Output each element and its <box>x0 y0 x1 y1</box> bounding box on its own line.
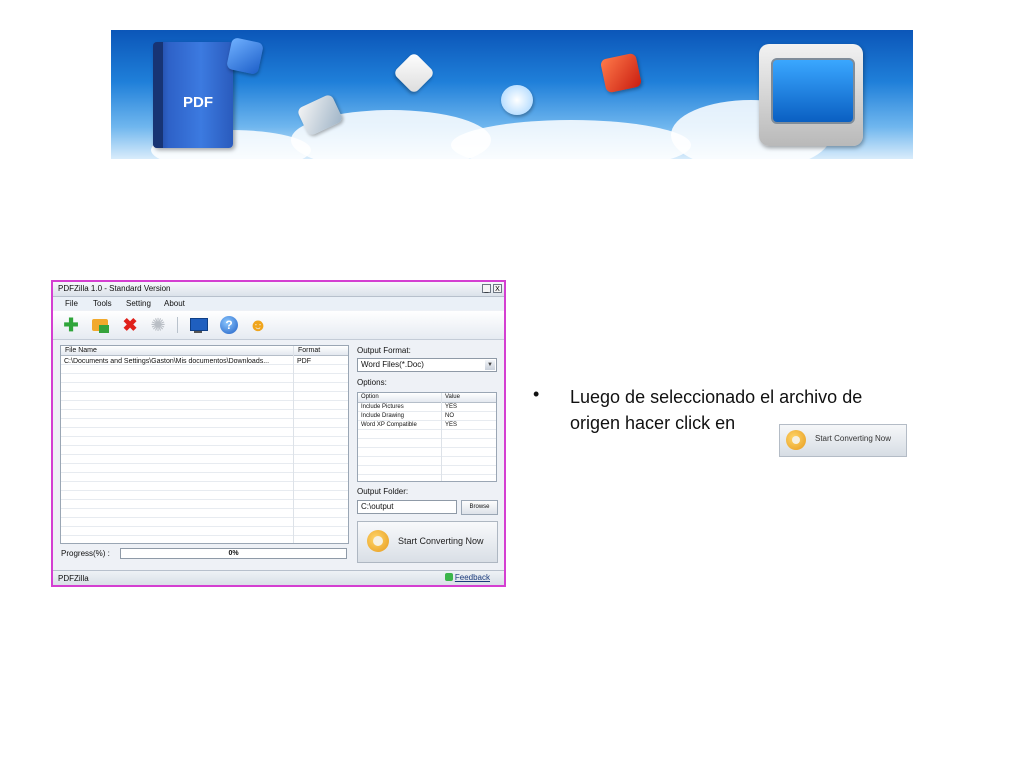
start-converting-example-label: Start Converting Now <box>815 434 892 443</box>
column-file-name[interactable]: File Name <box>65 347 97 354</box>
output-format-select[interactable]: Word Files(*.Doc) ▼ <box>357 358 497 372</box>
file-name-cell: C:\Documents and Settings\Gaston\Mis doc… <box>64 358 270 365</box>
column-format[interactable]: Format <box>298 347 320 354</box>
options-table[interactable]: Option Value Include Pictures YES Includ… <box>357 392 497 482</box>
option-value: NO <box>445 413 454 419</box>
options-label: Options: <box>357 378 387 387</box>
monitor-icon[interactable] <box>188 315 208 335</box>
file-list[interactable]: File Name Format C:\Documents and Settin… <box>60 345 349 544</box>
option-value: YES <box>445 422 458 428</box>
start-converting-button-example: Start Converting Now <box>779 424 907 457</box>
progress-value: 0% <box>228 550 239 557</box>
file-list-header: File Name Format <box>61 346 348 356</box>
menu-tools[interactable]: Tools <box>93 299 112 308</box>
browse-button[interactable]: Browse <box>461 500 498 515</box>
start-converting-button[interactable]: Start Converting Now <box>357 521 498 563</box>
close-button[interactable]: X <box>493 284 502 293</box>
option-name: Word XP Compatible <box>361 422 417 428</box>
book-label: PDF <box>183 94 213 111</box>
menu-about[interactable]: About <box>164 299 185 308</box>
options-header: Option Value <box>358 393 496 403</box>
progress-bar: 0% <box>120 548 347 559</box>
output-folder-input[interactable]: C:\output <box>357 500 457 514</box>
chevron-down-icon[interactable]: ▼ <box>485 360 495 370</box>
refresh-icon <box>367 530 389 552</box>
feedback-link[interactable]: Feedback <box>444 573 490 582</box>
menu-bar: File Tools Setting About <box>53 297 504 310</box>
help-icon[interactable]: ? <box>219 315 239 335</box>
column-option: Option <box>361 394 379 400</box>
diamond-icon <box>392 51 436 95</box>
toolbar-separator <box>177 317 178 333</box>
option-value: YES <box>445 404 458 410</box>
window-title: PDFZilla 1.0 - Standard Version <box>58 284 171 293</box>
feedback-label: Feedback <box>454 573 490 582</box>
internet-explorer-icon <box>501 85 533 115</box>
refresh-icon <box>786 430 806 450</box>
feedback-icon <box>444 573 453 581</box>
monitor-icon <box>759 44 863 146</box>
user-icon[interactable]: ☻ <box>248 315 268 335</box>
minimize-button[interactable]: _ <box>482 284 491 293</box>
delete-icon[interactable]: ✖ <box>120 315 140 335</box>
toolbar: ✚ ✖ ✺ ? ☻ <box>53 311 504 340</box>
menu-setting[interactable]: Setting <box>126 299 151 308</box>
status-bar: PDFZilla Feedback <box>53 570 504 585</box>
menu-file[interactable]: File <box>65 299 78 308</box>
column-divider <box>441 393 442 481</box>
column-divider <box>293 346 294 543</box>
file-format-cell: PDF <box>297 358 311 365</box>
option-name: Include Pictures <box>361 404 404 410</box>
output-format-label: Output Format: <box>357 346 411 355</box>
title-bar: PDFZilla 1.0 - Standard Version _ X <box>53 282 504 297</box>
add-icon[interactable]: ✚ <box>61 315 81 335</box>
pdf-book-icon: PDF <box>153 42 233 148</box>
start-converting-label: Start Converting Now <box>398 536 484 546</box>
monitor-screen <box>771 58 855 124</box>
progress-label: Progress(%) : <box>61 549 110 558</box>
flash-icon <box>599 52 643 94</box>
column-value: Value <box>445 394 460 400</box>
book-spine <box>153 42 163 148</box>
option-name: Include Drawing <box>361 413 405 419</box>
output-folder-label: Output Folder: <box>357 487 409 496</box>
cloud <box>451 120 691 159</box>
output-format-value: Word Files(*.Doc) <box>361 360 424 369</box>
open-icon[interactable] <box>90 315 110 335</box>
status-app-name: PDFZilla <box>58 574 89 583</box>
bullet-marker: • <box>533 384 540 404</box>
header-banner: PDF <box>111 30 913 159</box>
output-folder-value: C:\output <box>361 502 394 511</box>
settings-icon[interactable]: ✺ <box>148 315 168 335</box>
word-icon <box>226 37 264 75</box>
file-list-rows <box>61 356 348 542</box>
pdfzilla-window: PDFZilla 1.0 - Standard Version _ X File… <box>51 280 506 587</box>
